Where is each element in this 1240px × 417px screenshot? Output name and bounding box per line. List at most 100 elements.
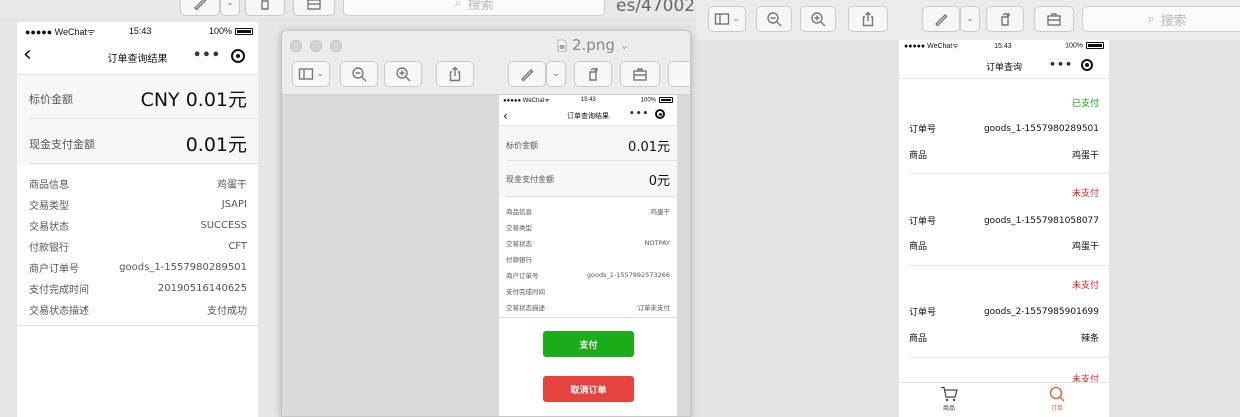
pen-tool-button[interactable] (180, 0, 220, 16)
share-button[interactable] (848, 6, 888, 32)
search-field-stub[interactable] (668, 61, 690, 87)
zoom-in-icon (396, 67, 411, 82)
goods-name: 鸡蛋干 (1071, 151, 1099, 161)
rotate-button[interactable] (245, 0, 285, 16)
tab-label: 订单 (1050, 405, 1063, 412)
detail-value: goods_1-1557980289501 (119, 262, 247, 273)
zoom-traffic-light[interactable] (330, 40, 342, 52)
search-field-top[interactable]: ⌕ 搜索 (343, 0, 605, 16)
close-traffic-light[interactable] (290, 40, 302, 52)
detail-value: 支付成功 (207, 306, 247, 317)
price-value: CNY 0.01元 (140, 89, 247, 111)
order-card[interactable]: 已支付 订单号 goods_1-1557980289501 商品 鸡蛋干 (899, 80, 1109, 172)
minimize-traffic-light[interactable] (310, 40, 322, 52)
target-icon[interactable] (655, 109, 666, 119)
cash-label: 现金支付金额 (29, 137, 95, 151)
pay-button[interactable]: 支付 (543, 331, 634, 357)
tab-label: 商品 (942, 405, 955, 412)
chevron-down-icon: ⌄ (619, 38, 630, 52)
toolbox-icon (307, 0, 321, 10)
file-icon (557, 39, 567, 51)
pen-dropdown-button[interactable]: ⌄ (546, 61, 566, 87)
chevron-down-icon: ⌄ (226, 0, 234, 8)
cart-icon (941, 386, 958, 402)
pen-dropdown-button[interactable]: ⌄ (960, 6, 980, 32)
pen-tool-button[interactable] (922, 6, 960, 32)
right-preview-window: ⌄ ⌄ ⌕ 搜索 ●●●●● WeChatᯤ 15:43 100% 订单查询 ••… (696, 0, 1240, 417)
search-placeholder: 搜索 (1160, 13, 1187, 29)
window-title: 2.png (572, 36, 615, 54)
chevron-down-icon: ⌄ (966, 14, 974, 24)
capsule-menu[interactable]: ••• (629, 109, 666, 119)
cash-value: 0元 (648, 174, 670, 189)
price-label: 标价金额 (506, 141, 538, 150)
sidebar-toggle-button[interactable]: ⌄ (708, 6, 746, 32)
rotate-button[interactable] (986, 6, 1024, 32)
cash-label: 现金支付金额 (506, 175, 554, 184)
rotate-button[interactable] (574, 61, 612, 87)
order-card[interactable]: 未支付 订单号 goods_2-1557985901699 商品 辣条 (899, 266, 1109, 358)
zoom-in-button[interactable] (800, 6, 836, 32)
order-no: goods_2-1557985901699 (983, 306, 1099, 317)
sidebar-toggle-button[interactable]: ⌄ (292, 61, 330, 87)
capsule-menu[interactable]: ••• (1049, 58, 1094, 71)
phone-order-detail-unpaid: ●●●●● WeChatᯤ 15:43 100% ‹ 订单查询结果 ••• 标价… (499, 95, 677, 416)
detail-key: 支付完成时间 (506, 288, 545, 296)
price-value: 0.01元 (628, 140, 670, 155)
zoom-out-button[interactable] (756, 6, 792, 32)
zoom-out-icon (352, 67, 367, 82)
status-bar: ●●●●● WeChatᯤ 15:43 100% (25, 24, 253, 38)
toolbox-button[interactable] (620, 61, 660, 87)
tab-orders[interactable]: 订单 (1037, 386, 1077, 412)
more-dots-icon[interactable]: ••• (193, 48, 221, 63)
window-title-fragment: es/470021 (616, 0, 700, 16)
rotate-icon (1001, 13, 1010, 26)
middle-preview-window: 2.png ⌄ ⌄ ⌄ ●●●●● WeChatᯤ 15:43 100% ‹ 订… (281, 30, 691, 417)
search-field-right[interactable]: ⌕ 搜索 (1082, 6, 1240, 32)
search-icon: ⌕ (454, 0, 462, 11)
price-label: 标价金额 (29, 92, 73, 106)
pen-icon (194, 0, 207, 11)
detail-key: 商品信息 (29, 180, 69, 191)
goods-label: 商品 (909, 334, 928, 344)
detail-key: 交易状态 (29, 222, 69, 233)
rotate-icon (589, 68, 598, 81)
detail-list: 商品信息 鸡蛋干 交易类型 JSAPI 交易状态 SUCCESS 付款银行 CFT 商户… (29, 173, 247, 320)
chevron-down-icon: ⌄ (552, 69, 560, 79)
order-no: goods_1-1557981058077 (983, 215, 1099, 226)
detail-value: SUCCESS (200, 220, 247, 231)
share-button[interactable] (436, 61, 474, 87)
detail-value: 鸡蛋干 (650, 208, 671, 216)
middle-window-titlebar: 2.png ⌄ ⌄ ⌄ (282, 31, 690, 95)
detail-value: JSAPI (221, 199, 247, 210)
toolbox-button[interactable] (293, 0, 335, 16)
order-card[interactable]: 未支付 订单号 goods_1-1557981058077 商品 鸡蛋干 (899, 174, 1109, 266)
chevron-down-icon: ⌄ (732, 14, 740, 24)
detail-key: 交易类型 (506, 224, 532, 232)
detail-list: 商品信息 鸡蛋干 交易类型 交易状态 NOTPAY 付款银行 商户订单号 goods_… (506, 203, 670, 315)
detail-key: 付款银行 (506, 256, 532, 264)
cash-value: 0.01元 (185, 134, 247, 156)
goods-label: 商品 (909, 151, 928, 161)
order-no-label: 订单号 (909, 125, 937, 135)
detail-key: 交易类型 (29, 201, 69, 212)
tab-goods[interactable]: 商品 (929, 386, 969, 412)
zoom-out-icon (767, 12, 782, 27)
target-icon[interactable] (230, 48, 245, 63)
zoom-out-button[interactable] (340, 61, 378, 87)
target-icon[interactable] (1081, 58, 1094, 71)
more-dots-icon[interactable]: ••• (1049, 58, 1073, 71)
cancel-order-button[interactable]: 取消订单 (543, 376, 634, 402)
toolbox-button[interactable] (1034, 6, 1074, 32)
status-bar: ●●●●● WeChatᯤ 15:43 100% (904, 40, 1104, 52)
more-dots-icon[interactable]: ••• (629, 109, 649, 119)
right-window-toolbar: ⌄ ⌄ ⌕ 搜索 (696, 0, 1240, 40)
detail-value: 订单未支付 (637, 304, 671, 312)
pen-dropdown-button[interactable]: ⌄ (220, 0, 240, 16)
zoom-in-button[interactable] (384, 61, 422, 87)
search-icon (1049, 386, 1065, 402)
search-icon: ⌕ (1147, 11, 1155, 27)
capsule-menu[interactable]: ••• (193, 48, 245, 63)
tab-bar: 商品 订单 (899, 382, 1109, 417)
pen-tool-button[interactable] (508, 61, 546, 87)
